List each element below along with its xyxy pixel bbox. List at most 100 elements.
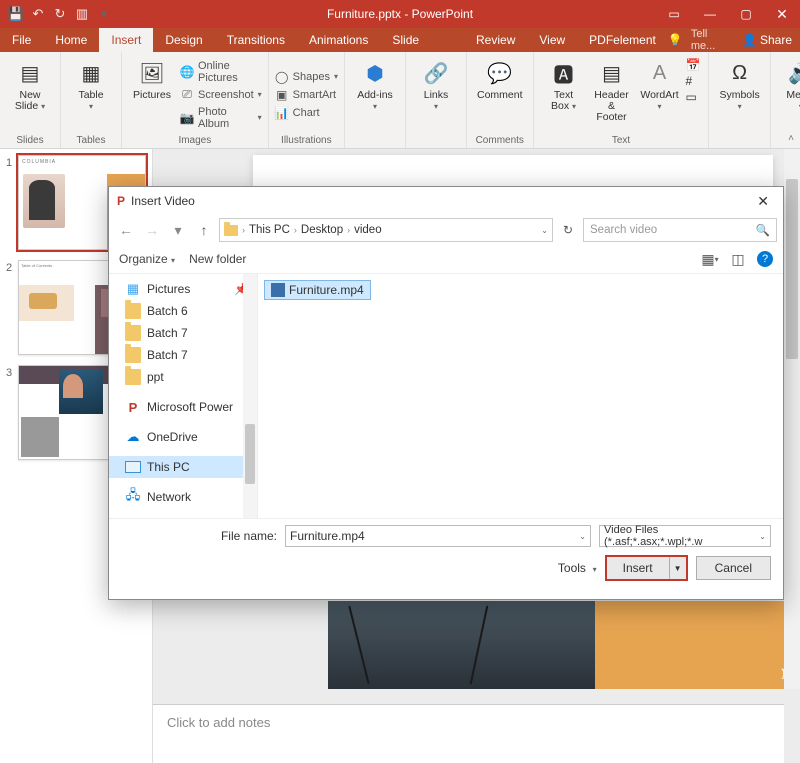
undo-icon[interactable]: ↶ xyxy=(30,6,46,22)
start-from-beginning-icon[interactable]: ▥ xyxy=(74,6,90,22)
nav-forward-button[interactable]: → xyxy=(141,222,163,238)
help-button[interactable]: ? xyxy=(757,251,773,267)
nav-ppt[interactable]: ppt xyxy=(109,366,257,388)
onedrive-icon: ☁ xyxy=(125,429,141,445)
file-list[interactable]: Furniture.mp4 xyxy=(258,274,783,518)
tab-home[interactable]: Home xyxy=(43,28,99,52)
qat-customize-icon[interactable]: ▾ xyxy=(96,6,112,22)
tab-insert[interactable]: Insert xyxy=(99,28,153,52)
nav-onedrive[interactable]: ☁OneDrive xyxy=(109,426,257,448)
online-pictures-button[interactable]: 🌐Online Pictures xyxy=(180,59,262,85)
view-options-button[interactable]: ▦ ▾ xyxy=(701,250,719,268)
photo-album-button[interactable]: 📷Photo Album ▾ xyxy=(180,105,262,131)
redo-icon[interactable]: ↻ xyxy=(52,6,68,22)
video-file-icon xyxy=(271,283,285,297)
breadcrumb-dropdown-icon[interactable]: ⌄ xyxy=(541,226,548,235)
date-time-icon[interactable]: 📅 xyxy=(686,58,701,72)
nav-batch6[interactable]: Batch 6 xyxy=(109,300,257,322)
file-item-furniture[interactable]: Furniture.mp4 xyxy=(264,280,371,300)
breadcrumb[interactable]: › This PC› Desktop› video ⌄ xyxy=(219,218,553,242)
tab-animations[interactable]: Animations xyxy=(297,28,380,52)
nav-network[interactable]: 🖧Network xyxy=(109,486,257,508)
search-input[interactable]: Search video 🔍 xyxy=(583,218,777,242)
comment-button[interactable]: 💬Comment xyxy=(473,54,527,135)
tab-transitions[interactable]: Transitions xyxy=(215,28,297,52)
nav-this-pc[interactable]: This PC xyxy=(109,456,257,478)
new-slide-button[interactable]: ▤New Slide ▾ xyxy=(6,54,54,135)
links-icon: 🔗 xyxy=(421,58,451,88)
filetype-select[interactable]: Video Files (*.asf;*.asx;*.wpl;*.w⌄ xyxy=(599,525,771,547)
text-box-icon: 🅰 xyxy=(549,58,579,88)
chart-button[interactable]: 📊Chart xyxy=(275,105,338,121)
nav-scrollbar[interactable] xyxy=(243,274,257,518)
cancel-button[interactable]: Cancel xyxy=(696,556,771,580)
nav-ms-powerpoint[interactable]: PMicrosoft Power xyxy=(109,396,257,418)
table-button[interactable]: ▦Table▾ xyxy=(67,54,115,135)
insert-button[interactable]: Insert ▼ xyxy=(605,555,688,581)
slide-content-preview: ♜ xyxy=(328,601,798,689)
nav-back-button[interactable]: ← xyxy=(115,222,137,238)
person-icon: 👤 xyxy=(742,33,757,47)
powerpoint-icon: P xyxy=(125,399,141,415)
nav-scrollbar-thumb[interactable] xyxy=(245,424,255,484)
nav-recent-button[interactable]: ▾ xyxy=(167,222,189,239)
dialog-title: Insert Video xyxy=(131,194,195,208)
object-icon[interactable]: ▭ xyxy=(686,90,701,104)
filename-input[interactable]: Furniture.mp4⌄ xyxy=(285,525,591,547)
insert-dropdown-icon[interactable]: ▼ xyxy=(670,557,686,579)
symbols-button[interactable]: ΩSymbols▾ xyxy=(715,54,763,135)
refresh-button[interactable]: ↻ xyxy=(557,223,579,237)
nav-batch7a[interactable]: Batch 7 xyxy=(109,322,257,344)
new-folder-button[interactable]: New folder xyxy=(189,252,246,266)
dialog-close-button[interactable]: ✕ xyxy=(751,191,775,212)
tab-view[interactable]: View xyxy=(527,28,577,52)
organize-button[interactable]: Organize ▾ xyxy=(119,252,175,266)
lightbulb-icon: 💡 xyxy=(668,33,683,47)
media-button[interactable]: 🔊Media▾ xyxy=(777,54,800,135)
nav-up-button[interactable]: ↑ xyxy=(193,222,215,238)
crumb-video[interactable]: video xyxy=(354,224,382,236)
tab-file[interactable]: File xyxy=(0,28,43,52)
dialog-titlebar[interactable]: P Insert Video ✕ xyxy=(109,187,783,215)
crumb-this-pc[interactable]: This PC xyxy=(249,224,290,236)
collapse-ribbon-icon[interactable]: ˄ xyxy=(788,133,794,144)
chevron-down-icon[interactable]: ⌄ xyxy=(579,532,586,541)
tab-review[interactable]: Review xyxy=(464,28,527,52)
this-pc-icon xyxy=(125,459,141,475)
shapes-button[interactable]: ◯Shapes ▾ xyxy=(275,69,338,85)
maximize-button[interactable]: ▢ xyxy=(728,0,764,28)
wordart-button[interactable]: AWordArt▾ xyxy=(636,54,684,135)
pictures-button[interactable]: 🖼Pictures xyxy=(128,54,176,135)
slide-number-icon[interactable]: # xyxy=(686,74,701,88)
scrollbar-thumb[interactable] xyxy=(786,179,798,359)
addins-button[interactable]: ⬢Add-ins▾ xyxy=(351,54,399,135)
vertical-scrollbar[interactable] xyxy=(784,149,800,689)
notes-pane[interactable]: Click to add notes xyxy=(153,704,784,763)
tools-button[interactable]: Tools ▾ xyxy=(558,561,597,575)
shapes-icon: ◯ xyxy=(275,70,289,84)
minimize-button[interactable]: — xyxy=(692,0,728,28)
header-footer-button[interactable]: ▤Header & Footer xyxy=(588,54,636,135)
nav-pictures[interactable]: ▦Pictures📌 xyxy=(109,278,257,300)
group-slides-label: Slides xyxy=(6,135,54,148)
share-button[interactable]: 👤Share xyxy=(742,33,792,47)
preview-pane-button[interactable]: ◫ xyxy=(729,250,747,268)
text-box-button[interactable]: 🅰Text Box ▾ xyxy=(540,54,588,135)
crumb-desktop[interactable]: Desktop xyxy=(301,224,343,236)
ribbon-tabs: File Home Insert Design Transitions Anim… xyxy=(0,28,800,52)
links-button[interactable]: 🔗Links▾ xyxy=(412,54,460,135)
tab-design[interactable]: Design xyxy=(153,28,214,52)
tab-pdfelement[interactable]: PDFelement xyxy=(577,28,668,52)
close-button[interactable]: ✕ xyxy=(764,0,800,28)
screenshot-icon: ⎚ xyxy=(180,88,194,102)
save-icon[interactable]: 💾 xyxy=(8,6,24,22)
nav-batch7b[interactable]: Batch 7 xyxy=(109,344,257,366)
filename-label: File name: xyxy=(221,529,277,543)
ribbon-options-icon[interactable]: ▭ xyxy=(656,0,692,28)
tab-slideshow[interactable]: Slide Show xyxy=(380,28,464,52)
smartart-button[interactable]: ▣SmartArt xyxy=(275,87,338,103)
folder-icon xyxy=(224,225,238,236)
tell-me-input[interactable]: Tell me... xyxy=(691,28,734,52)
chevron-down-icon: ⌄ xyxy=(759,532,766,541)
screenshot-button[interactable]: ⎚Screenshot ▾ xyxy=(180,87,262,103)
